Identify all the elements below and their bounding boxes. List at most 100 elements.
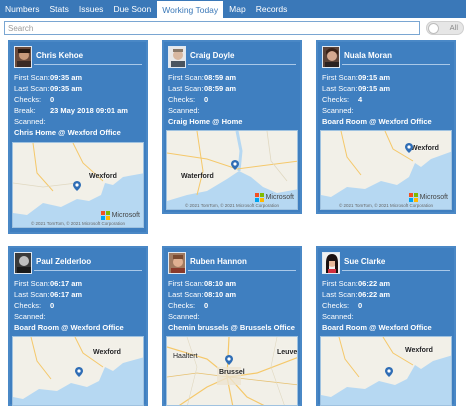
toggle-knob: [428, 23, 439, 34]
first-scan-row: First Scan: 06:17 am: [10, 278, 146, 289]
avatar: [168, 46, 186, 68]
person-card[interactable]: Sue Clarke First Scan: 06:22 am Last Scan…: [316, 246, 456, 406]
person-card[interactable]: Nuala Moran First Scan: 09:15 am Last Sca…: [316, 40, 456, 214]
microsoft-logo: Microsoft: [254, 193, 294, 202]
last-scan-label: Last Scan:: [322, 290, 358, 299]
map-copyright: © 2021 TomTom, © 2021 Microsoft Corporat…: [338, 203, 434, 208]
microsoft-text: Microsoft: [111, 212, 140, 219]
last-scan-label: Last Scan:: [14, 290, 50, 299]
location-map[interactable]: Haaltert Brussel Leuve: [166, 336, 298, 406]
location-map[interactable]: Wexford Microsoft © 2021 TomTom, © 2021 …: [320, 130, 452, 210]
last-scan-label: Last Scan:: [168, 84, 204, 93]
all-toggle[interactable]: All: [426, 21, 464, 35]
tab-due-soon[interactable]: Due Soon: [108, 0, 156, 18]
person-card[interactable]: Chris Kehoe First Scan: 09:35 am Last Sca…: [8, 40, 148, 234]
checks-value: 0: [204, 301, 209, 310]
person-card[interactable]: Paul Zelderloo First Scan: 06:17 am Last …: [8, 246, 148, 406]
location-pin-icon: [231, 160, 239, 170]
first-scan-row: First Scan: 09:35 am: [10, 72, 146, 83]
break-label: Break:: [14, 106, 36, 115]
search-input[interactable]: [4, 21, 420, 35]
tab-map[interactable]: Map: [224, 0, 251, 18]
checks-label: Checks:: [322, 95, 350, 104]
last-scan-label: Last Scan:: [14, 84, 50, 93]
tab-issues[interactable]: Issues: [74, 0, 109, 18]
scanned-label: Scanned:: [14, 117, 46, 126]
tab-stats[interactable]: Stats: [44, 0, 73, 18]
map-copyright: © 2021 TomTom, © 2021 Microsoft Corporat…: [184, 203, 280, 208]
map-place-label: Wexford: [405, 347, 433, 354]
first-scan-value: 09:35 am: [50, 73, 83, 82]
last-scan-value: 08:59 am: [204, 84, 237, 93]
checks-row: Checks: 0: [164, 300, 300, 311]
person-name: Ruben Hannon: [190, 257, 247, 266]
tab-numbers[interactable]: Numbers: [0, 0, 44, 18]
first-scan-label: First Scan:: [14, 279, 50, 288]
divider: [34, 270, 142, 271]
checks-value: 0: [204, 95, 209, 104]
microsoft-squares-icon: [408, 193, 418, 202]
checks-label: Checks:: [168, 301, 196, 310]
tab-bar: Numbers Stats Issues Due Soon Working To…: [0, 0, 466, 18]
divider: [342, 270, 450, 271]
last-scan-value: 06:17 am: [50, 290, 83, 299]
card-header: Craig Doyle: [164, 42, 300, 72]
scanned-label: Scanned:: [322, 312, 354, 321]
microsoft-logo: Microsoft: [100, 211, 140, 220]
avatar: [322, 46, 340, 68]
microsoft-squares-icon: [254, 193, 264, 202]
last-scan-label: Last Scan:: [168, 290, 204, 299]
scanned-label: Scanned:: [322, 106, 354, 115]
first-scan-label: First Scan:: [168, 73, 204, 82]
location-pin-icon: [385, 367, 393, 377]
microsoft-logo: Microsoft: [408, 193, 448, 202]
card-header: Chris Kehoe: [10, 42, 146, 72]
divider: [342, 64, 450, 65]
avatar: [14, 46, 32, 68]
scanned-location: Board Room @ Wexford Office: [322, 117, 432, 126]
map-place-label: Wexford: [411, 145, 439, 152]
last-scan-value: 08:10 am: [204, 290, 237, 299]
person-name: Sue Clarke: [344, 257, 386, 266]
person-card[interactable]: Craig Doyle First Scan: 08:59 am Last Sca…: [162, 40, 302, 214]
location-map[interactable]: Wexford: [12, 336, 144, 406]
checks-row: Checks: 0: [10, 94, 146, 105]
location-pin-icon: [75, 367, 83, 377]
map-place-label: Brussel: [219, 369, 245, 376]
first-scan-value: 09:15 am: [358, 73, 391, 82]
person-card[interactable]: Ruben Hannon First Scan: 08:10 am Last Sc…: [162, 246, 302, 406]
last-scan-value: 06:22 am: [358, 290, 391, 299]
map-place-label: Leuve: [277, 349, 298, 356]
tab-working-today[interactable]: Working Today: [156, 0, 225, 18]
tab-records[interactable]: Records: [251, 0, 293, 18]
microsoft-text: Microsoft: [419, 194, 448, 201]
scanned-location: Craig Home @ Home: [168, 117, 243, 126]
first-scan-label: First Scan:: [322, 73, 358, 82]
search-row: All: [0, 18, 466, 38]
first-scan-row: First Scan: 08:59 am: [164, 72, 300, 83]
scanned-location: Board Room @ Wexford Office: [322, 323, 432, 332]
person-name: Craig Doyle: [190, 51, 235, 60]
person-name: Nuala Moran: [344, 51, 393, 60]
checks-label: Checks:: [14, 95, 42, 104]
checks-row: Checks: 0: [10, 300, 146, 311]
location-map[interactable]: Wexford: [320, 336, 452, 406]
avatar: [322, 252, 340, 274]
first-scan-row: First Scan: 08:10 am: [164, 278, 300, 289]
location-map[interactable]: Waterford Microsoft © 2021 TomTom, © 202…: [166, 130, 298, 210]
scanned-label: Scanned:: [168, 106, 200, 115]
first-scan-value: 08:10 am: [204, 279, 237, 288]
checks-label: Checks:: [322, 301, 350, 310]
checks-value: 4: [358, 95, 363, 104]
last-scan-row: Last Scan: 09:15 am: [318, 83, 454, 94]
person-name: Chris Kehoe: [36, 51, 84, 60]
location-map[interactable]: Wexford Microsoft © 2021 TomTom, © 2021 …: [12, 142, 144, 228]
last-scan-row: Last Scan: 08:59 am: [164, 83, 300, 94]
scanned-location: Chris Home @ Wexford Office: [14, 128, 121, 137]
first-scan-label: First Scan:: [322, 279, 358, 288]
card-header: Paul Zelderloo: [10, 248, 146, 278]
first-scan-value: 08:59 am: [204, 73, 237, 82]
person-name: Paul Zelderloo: [36, 257, 92, 266]
map-place-label: Haaltert: [173, 353, 198, 360]
microsoft-squares-icon: [100, 211, 110, 220]
